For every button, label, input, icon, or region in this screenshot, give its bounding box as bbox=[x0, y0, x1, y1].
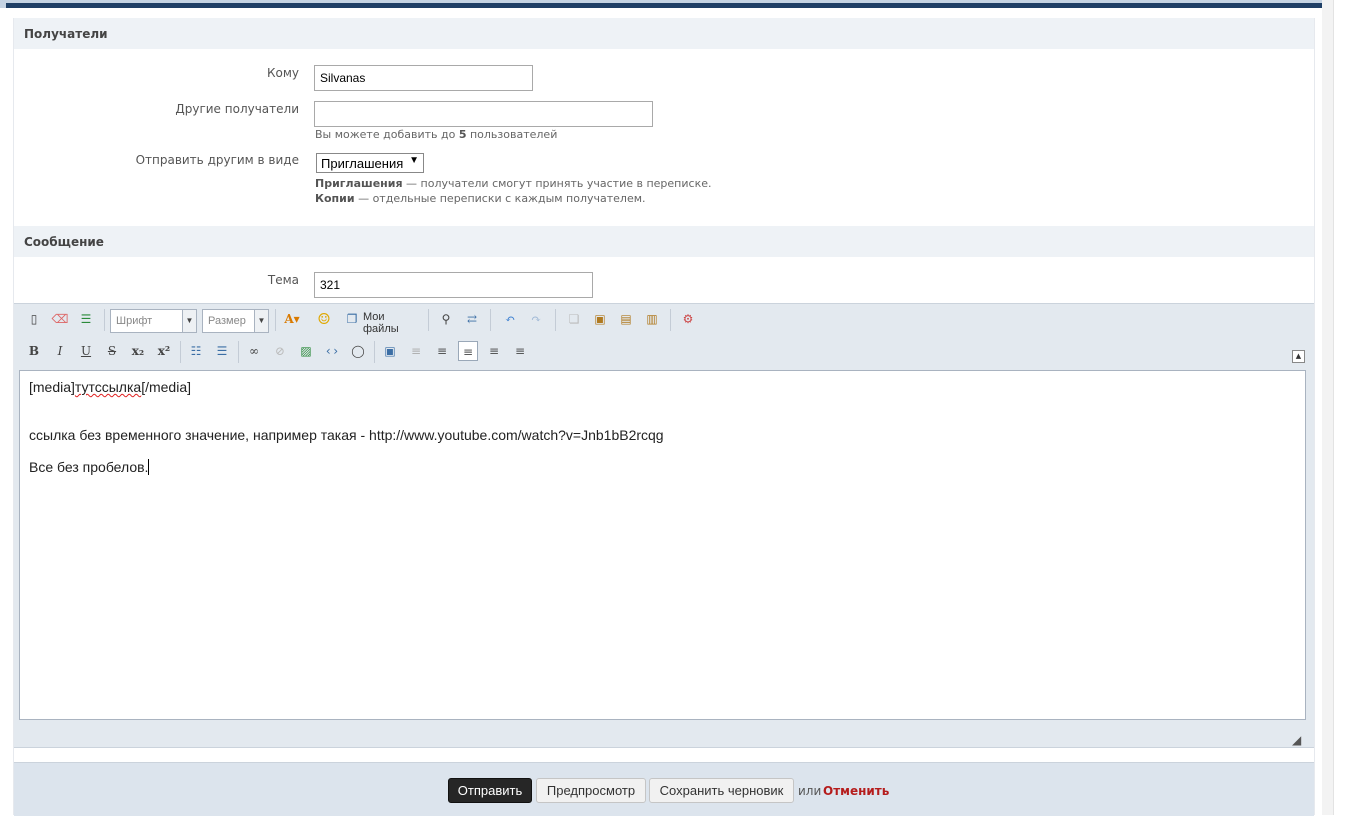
text-color-icon[interactable]: A▾ bbox=[282, 309, 302, 329]
to-input[interactable] bbox=[314, 65, 533, 91]
text-caret bbox=[148, 459, 150, 475]
copies-term: Копии bbox=[315, 192, 355, 205]
smiley-icon[interactable]: ☺ bbox=[314, 309, 334, 329]
subject-label: Тема bbox=[267, 273, 299, 287]
my-files-button[interactable]: Мои файлы bbox=[363, 311, 399, 335]
other-recipients-label: Другие получатели bbox=[175, 102, 299, 116]
font-select-placeholder: Шрифт bbox=[116, 315, 153, 327]
replace-icon[interactable]: ⇄ bbox=[462, 309, 482, 329]
hint-prefix: Вы можете добавить до bbox=[315, 128, 459, 141]
form-actions: Отправить Предпросмотр Сохранить чернови… bbox=[14, 762, 1314, 816]
subscript-icon[interactable]: x₂ bbox=[128, 341, 148, 361]
superscript-icon[interactable]: x² bbox=[154, 341, 174, 361]
to-label: Кому bbox=[266, 66, 299, 80]
toolbar-separator bbox=[555, 309, 556, 331]
hint-suffix: пользователей bbox=[466, 128, 558, 141]
code-icon[interactable]: ‹› bbox=[322, 341, 342, 361]
copy-icon[interactable]: ❏ bbox=[564, 309, 584, 329]
underline-icon[interactable]: U bbox=[76, 341, 96, 361]
toolbar-separator bbox=[490, 309, 491, 331]
media-close-tag: [/media] bbox=[141, 379, 192, 395]
other-recipients-input[interactable] bbox=[314, 101, 653, 127]
subject-input[interactable] bbox=[314, 272, 593, 298]
save-draft-button[interactable]: Сохранить черновик bbox=[649, 778, 794, 803]
preview-button[interactable]: Предпросмотр bbox=[536, 778, 646, 803]
source-mode-icon[interactable]: ▯ bbox=[24, 309, 44, 329]
editor-content[interactable]: [media]тутссылка[/media] ссылка без врем… bbox=[19, 370, 1306, 720]
quote-icon[interactable]: ◯ bbox=[348, 341, 368, 361]
horizontal-rule-icon[interactable]: ☰ bbox=[76, 309, 96, 329]
rich-text-editor: ▯ ⌫ ☰ Шрифт ▼ Размер ▼ A▾ ☺ ❐ Мои файлы … bbox=[14, 303, 1314, 748]
media-icon[interactable]: ▣ bbox=[380, 341, 400, 361]
invite-term: Приглашения bbox=[315, 177, 403, 190]
other-recipients-hint: Вы можете добавить до 5 пользователей bbox=[315, 128, 557, 141]
send-button[interactable]: Отправить bbox=[448, 778, 532, 803]
collapse-toolbar-icon[interactable]: ▲ bbox=[1292, 350, 1305, 363]
recipients-heading-text: Получатели bbox=[24, 27, 108, 41]
send-as-value: Приглашения bbox=[321, 156, 404, 171]
resize-handle-icon[interactable]: ◢ bbox=[1292, 733, 1301, 747]
paste-text-icon[interactable]: ▤ bbox=[616, 309, 636, 329]
indent-icon[interactable]: ≡ bbox=[432, 341, 452, 361]
align-right-icon[interactable]: ≡ bbox=[510, 341, 530, 361]
bold-icon[interactable]: B bbox=[24, 341, 44, 361]
send-as-label: Отправить другим в виде bbox=[135, 153, 299, 167]
align-center-icon[interactable]: ≡ bbox=[484, 341, 504, 361]
body-line-2: ссылка без временного значение, например… bbox=[29, 427, 664, 443]
toolbar-row-2: B I U S x₂ x² ☷ ☰ ∞ ⊘ ▨ ‹› ◯ ▣ ≡ ≡ ≡ ≡ ≡ bbox=[18, 338, 1308, 364]
message-heading: Сообщение bbox=[14, 226, 1314, 257]
size-select-placeholder: Размер bbox=[208, 315, 246, 327]
body-line-3-text: Все без пробелов. bbox=[29, 459, 149, 475]
toolbar-separator bbox=[275, 309, 276, 331]
strikethrough-icon[interactable]: S bbox=[102, 341, 122, 361]
message-heading-text: Сообщение bbox=[24, 235, 104, 249]
send-as-select[interactable]: Приглашения ▼ bbox=[316, 153, 424, 173]
eraser-icon[interactable]: ⌫ bbox=[50, 309, 70, 329]
recipients-heading: Получатели bbox=[14, 18, 1314, 49]
cancel-link[interactable]: Отменить bbox=[823, 784, 889, 798]
toolbar-separator bbox=[670, 309, 671, 331]
conversation-form: Получатели Кому Другие получатели Вы мож… bbox=[13, 18, 1315, 816]
redo-icon[interactable]: ↷ bbox=[526, 309, 546, 329]
body-line-3: Все без пробелов. bbox=[29, 459, 150, 475]
files-icon[interactable]: ❐ bbox=[342, 309, 362, 329]
font-select[interactable]: Шрифт ▼ bbox=[110, 309, 197, 333]
copies-explanation: Копии — отдельные переписки с каждым пол… bbox=[315, 192, 646, 205]
paste-icon[interactable]: ▣ bbox=[590, 309, 610, 329]
find-icon[interactable]: ⚲ bbox=[436, 309, 456, 329]
toolbar-separator bbox=[428, 309, 429, 331]
media-open-tag: [media] bbox=[29, 379, 75, 395]
chevron-down-icon: ▼ bbox=[182, 310, 196, 332]
toolbar-separator bbox=[104, 309, 105, 331]
size-select[interactable]: Размер ▼ bbox=[202, 309, 269, 333]
page-scrollbar[interactable] bbox=[1333, 0, 1347, 815]
top-bar-accent bbox=[6, 3, 1322, 8]
invite-explanation: Приглашения — получатели смогут принять … bbox=[315, 177, 711, 190]
link-icon[interactable]: ∞ bbox=[244, 341, 264, 361]
chevron-down-icon: ▼ bbox=[254, 310, 268, 332]
undo-icon[interactable]: ↶ bbox=[500, 309, 520, 329]
image-icon[interactable]: ▨ bbox=[296, 341, 316, 361]
settings-icon[interactable]: ⚙ bbox=[678, 309, 698, 329]
toolbar-separator bbox=[374, 341, 375, 363]
bullet-list-icon[interactable]: ☷ bbox=[186, 341, 206, 361]
toolbar-separator bbox=[180, 341, 181, 363]
body-line-1: [media]тутссылка[/media] bbox=[29, 379, 191, 395]
top-bar bbox=[0, 0, 1322, 8]
unlink-icon[interactable]: ⊘ bbox=[270, 341, 290, 361]
align-left-icon[interactable]: ≡ bbox=[458, 341, 478, 361]
paste-word-icon[interactable]: ▥ bbox=[642, 309, 662, 329]
italic-icon[interactable]: I bbox=[50, 341, 70, 361]
invite-desc: — получатели смогут принять участие в пе… bbox=[402, 177, 712, 190]
misspelled-word: тутссылка bbox=[74, 379, 142, 395]
toolbar-separator bbox=[238, 341, 239, 363]
chevron-down-icon: ▼ bbox=[409, 155, 419, 166]
or-text: или bbox=[798, 784, 822, 798]
outdent-icon[interactable]: ≡ bbox=[406, 341, 426, 361]
numbered-list-icon[interactable]: ☰ bbox=[212, 341, 232, 361]
copies-desc: — отдельные переписки с каждым получател… bbox=[354, 192, 646, 205]
